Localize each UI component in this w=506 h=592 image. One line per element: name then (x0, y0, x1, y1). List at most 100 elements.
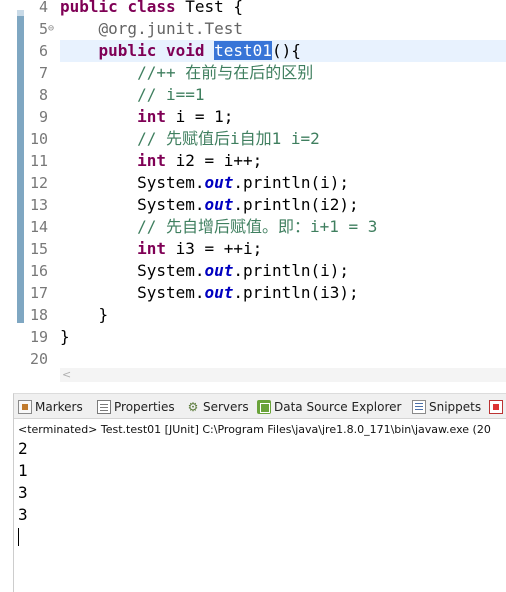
code-token: out (204, 283, 234, 302)
line-number: 8 (38, 86, 48, 104)
code-token: System. (60, 283, 205, 302)
code-text[interactable]: } (60, 326, 70, 348)
line-number: 7 (38, 64, 48, 82)
console-description: <terminated> Test.test01 [JUnit] C:\Prog… (18, 423, 491, 436)
code-line[interactable]: 19} (0, 326, 506, 348)
code-line[interactable]: 16 System.out.println(i); (0, 260, 506, 282)
console-output-line: 1 (18, 461, 28, 480)
console-output-line: 3 (18, 505, 28, 524)
tab-properties[interactable]: Properties (97, 398, 175, 416)
code-token: public (98, 41, 157, 60)
code-line[interactable]: 12 System.out.println(i); (0, 172, 506, 194)
code-token: System. (60, 173, 205, 192)
tab-servers[interactable]: ⚙ Servers (186, 398, 249, 416)
line-number: 13 (29, 196, 48, 214)
tab-servers-label: Servers (203, 400, 249, 414)
line-number: 4 (38, 0, 48, 16)
tab-snippets[interactable]: Snippets (412, 398, 481, 416)
code-line[interactable]: 4 public class Test { (0, 0, 506, 18)
code-text[interactable]: public void test01(){ (60, 40, 301, 62)
code-token: (){ (271, 41, 301, 60)
line-number: 6 (38, 42, 48, 60)
code-token: .println(i); (233, 261, 349, 280)
code-line[interactable]: 13 System.out.println(i2); (0, 194, 506, 216)
selected-token: test01 (214, 41, 272, 60)
code-line[interactable]: 9 int i = 1; (0, 106, 506, 128)
code-token: } (60, 305, 109, 324)
tab-overflow[interactable] (489, 398, 503, 416)
code-token: i3 = ++i; (165, 239, 263, 258)
line-number: 5 (38, 20, 48, 38)
code-line[interactable]: 7 //++ 在前与在后的区别 (0, 62, 506, 84)
code-token: // 先赋值后i自加1 i=2 (137, 129, 320, 148)
code-token: Test (204, 19, 244, 38)
code-line[interactable]: 18 } (0, 304, 506, 326)
code-line[interactable]: 14 // 先自增后赋值。即：i+1 = 3 (0, 216, 506, 238)
code-line[interactable]: 17 System.out.println(i3); (0, 282, 506, 304)
code-line[interactable]: 15 int i3 = ++i; (0, 238, 506, 260)
code-text[interactable]: //++ 在前与在后的区别 (60, 62, 313, 84)
tab-data-source-explorer-label: Data Source Explorer (274, 400, 402, 414)
snippets-icon (412, 400, 426, 414)
markers-icon (18, 400, 32, 414)
editor-horizontal-scrollbar[interactable]: < (60, 368, 506, 382)
code-text[interactable]: // i==1 (60, 84, 205, 106)
code-line[interactable]: 10 // 先赋值后i自加1 i=2 (0, 128, 506, 150)
code-editor[interactable]: 4 public class Test {5 ⊖ @org.junit.Test 6 … (0, 0, 506, 368)
console-output-line: 2 (18, 439, 28, 458)
code-token: // 先自增后赋值。即：i+1 = 3 (137, 217, 378, 236)
code-text[interactable]: int i2 = i++; (60, 150, 262, 172)
code-text[interactable]: } (60, 304, 109, 326)
code-line[interactable]: 6 public void test01(){ (0, 40, 506, 62)
line-number: 20 (29, 350, 48, 368)
code-token: class (127, 0, 176, 16)
code-token: // i==1 (137, 85, 205, 104)
tab-snippets-label: Snippets (429, 400, 482, 414)
line-number: 9 (38, 108, 48, 126)
line-number: 14 (29, 218, 48, 236)
code-token: public (60, 0, 118, 16)
code-token: //++ 在前与在后的区别 (137, 63, 314, 82)
code-text[interactable]: int i3 = ++i; (60, 238, 262, 260)
properties-icon (97, 400, 111, 414)
code-text[interactable]: System.out.println(i2); (60, 194, 359, 216)
code-line[interactable]: 20 (0, 348, 506, 370)
tab-properties-label: Properties (114, 400, 175, 414)
tab-markers[interactable]: Markers (18, 398, 83, 416)
fold-toggle-icon[interactable]: ⊖ (48, 18, 54, 40)
code-token: .println(i3); (233, 283, 359, 302)
code-token: int (137, 107, 166, 126)
code-token: .println(i); (233, 173, 349, 192)
code-token: out (204, 261, 234, 280)
line-number: 12 (29, 174, 48, 192)
code-text[interactable]: public class Test { (60, 0, 243, 18)
servers-icon: ⚙ (187, 400, 199, 414)
code-text[interactable]: int i = 1; (60, 106, 233, 128)
code-token: i2 = i++; (165, 151, 263, 170)
code-text[interactable]: System.out.println(i); (60, 260, 349, 282)
code-line[interactable]: 8 // i==1 (0, 84, 506, 106)
code-text[interactable]: // 先自增后赋值。即：i+1 = 3 (60, 216, 377, 238)
tab-data-source-explorer[interactable]: Data Source Explorer (257, 398, 401, 416)
code-text[interactable]: @org.junit.Test (60, 18, 244, 40)
code-token: } (60, 327, 70, 346)
code-text[interactable]: // 先赋值后i自加1 i=2 (60, 128, 320, 150)
code-token: i = 1; (165, 107, 234, 126)
code-text[interactable]: System.out.println(i); (60, 172, 349, 194)
code-line[interactable]: 11 int i2 = i++; (0, 150, 506, 172)
line-number: 17 (29, 284, 48, 302)
code-text[interactable]: System.out.println(i3); (60, 282, 359, 304)
scroll-left-icon[interactable]: < (62, 368, 71, 381)
code-token: System. (60, 195, 205, 214)
code-token: Test { (175, 0, 244, 16)
code-line[interactable]: 5 ⊖ @org.junit.Test (0, 18, 506, 40)
code-token: out (204, 173, 234, 192)
